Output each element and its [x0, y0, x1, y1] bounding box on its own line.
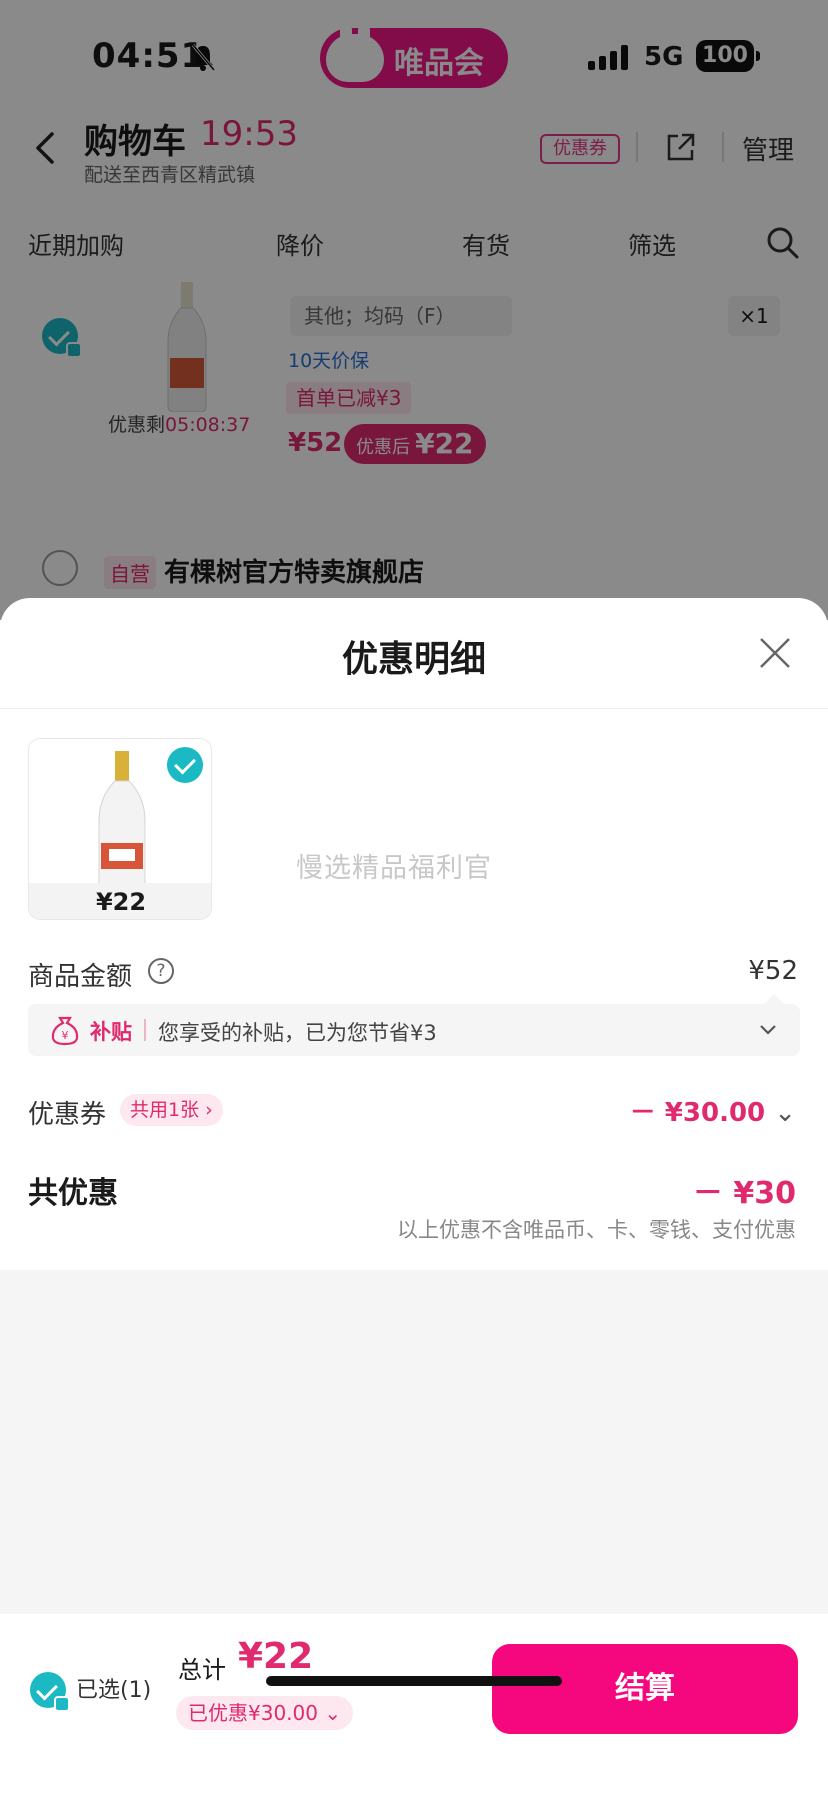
- coupon-value[interactable]: － ¥30.00 ⌄: [630, 1092, 796, 1129]
- saved-amount-pill[interactable]: 已优惠¥30.00 ⌄: [176, 1696, 354, 1730]
- divider: [144, 1019, 146, 1041]
- product-card[interactable]: ¥22: [28, 738, 212, 920]
- total-discount-value: － ¥30: [692, 1176, 796, 1211]
- selected-count: 已选(1): [76, 1678, 152, 1703]
- total-label: 总计: [178, 1656, 226, 1684]
- sheet-title: 优惠明细: [341, 639, 486, 680]
- subsidy-text: 您享受的补贴，已为您节省¥3: [158, 1021, 437, 1045]
- close-icon[interactable]: [758, 636, 792, 670]
- help-icon[interactable]: ?: [148, 958, 174, 984]
- product-image: [98, 751, 146, 891]
- total-value: ¥22: [238, 1636, 314, 1677]
- product-price: ¥22: [29, 883, 211, 919]
- subsidy-tag: 补贴: [90, 1020, 132, 1044]
- coupon-label: 优惠券: [28, 1100, 107, 1130]
- svg-text:¥: ¥: [62, 1029, 69, 1042]
- amount-label: 商品金额: [28, 962, 133, 992]
- select-all-checkbox[interactable]: [30, 1672, 70, 1712]
- checkout-button[interactable]: 结算: [492, 1644, 798, 1734]
- total-discount-note: 以上优惠不含唯品币、卡、零钱、支付优惠: [397, 1218, 796, 1242]
- total-discount-label: 共优惠: [28, 1176, 118, 1211]
- home-indicator[interactable]: [266, 1676, 562, 1686]
- subsidy-row[interactable]: ¥ 补贴 您享受的补贴，已为您节省¥3: [28, 994, 800, 1056]
- coupon-count-pill[interactable]: 共用1张 ›: [120, 1094, 223, 1126]
- chevron-down-icon: [760, 1025, 776, 1035]
- selected-check-icon: [167, 747, 203, 783]
- dim-overlay[interactable]: [0, 0, 828, 620]
- discount-detail-sheet: 优惠明细 ¥22 慢选精品福利官 商品金额 ? ¥52 ¥ 补贴 您享受的补贴，…: [0, 598, 828, 1795]
- watermark-text: 慢选精品福利官: [296, 853, 492, 884]
- empty-area: [0, 1270, 828, 1614]
- checkout-bar: 已选(1) 总计 ¥22 已优惠¥30.00 ⌄ 结算: [0, 1614, 828, 1795]
- divider: [0, 708, 828, 709]
- amount-value: ¥52: [748, 956, 798, 986]
- money-bag-icon: ¥: [51, 1016, 79, 1046]
